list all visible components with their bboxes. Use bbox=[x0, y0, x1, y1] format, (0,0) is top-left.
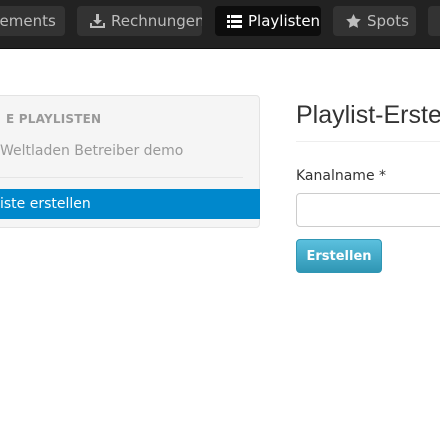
nav-tab-label: nements bbox=[0, 12, 56, 30]
sidebar-item-create-playlist[interactable]: iste erstellen bbox=[0, 189, 260, 219]
nav-tab-spots[interactable]: Spots bbox=[333, 6, 416, 36]
nav-tab-playlisten[interactable]: Playlisten bbox=[215, 6, 321, 36]
nav-tab-label: Rechnungen bbox=[111, 12, 202, 30]
channel-name-input[interactable] bbox=[296, 193, 440, 227]
create-button[interactable]: Erstellen bbox=[296, 239, 382, 273]
sidebar-link-weltladen[interactable]: Weltladen Betreiber demo bbox=[0, 143, 183, 159]
title-divider bbox=[296, 141, 440, 142]
list-icon bbox=[227, 14, 242, 28]
nav-tab-rechnungen[interactable]: Rechnungen bbox=[77, 6, 202, 36]
page-title: Playlist-Erste bbox=[296, 101, 440, 129]
star-icon bbox=[346, 14, 361, 28]
download-icon bbox=[90, 14, 105, 28]
nav-tab-abonnements[interactable]: nements bbox=[0, 6, 65, 36]
sidebar-divider bbox=[0, 177, 243, 178]
nav-tab-label: Playlisten bbox=[248, 12, 321, 30]
nav-tab-more[interactable] bbox=[428, 6, 440, 36]
channel-name-label: Kanalname * bbox=[296, 168, 387, 184]
nav-tab-label: Spots bbox=[367, 12, 409, 30]
sidebar-header: E PLAYLISTEN bbox=[6, 112, 102, 126]
sidebar-item-label: iste erstellen bbox=[0, 196, 91, 212]
top-navbar: nements Rechnungen Playlisten bbox=[0, 0, 440, 49]
